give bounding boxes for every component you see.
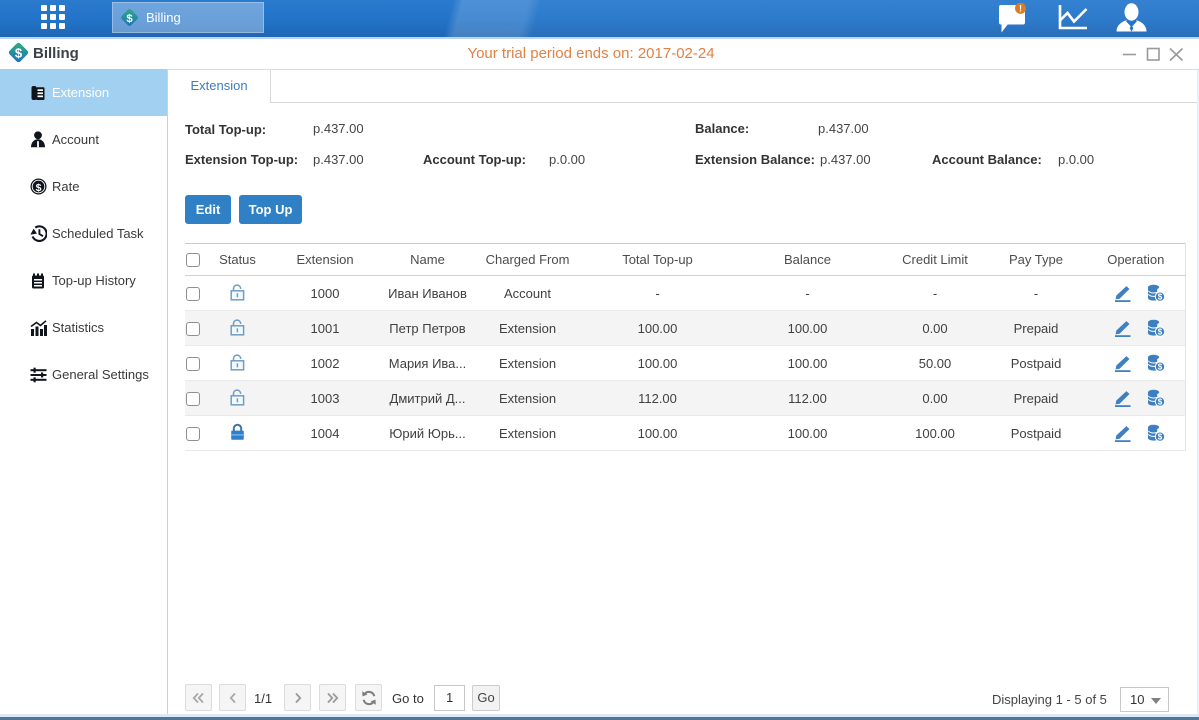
- svg-text:!: !: [1019, 3, 1022, 13]
- svg-text:$: $: [1158, 398, 1163, 407]
- svg-text:$: $: [36, 182, 42, 194]
- svg-text:$: $: [126, 13, 133, 25]
- svg-text:$: $: [1158, 433, 1163, 442]
- svg-text:$: $: [1158, 328, 1163, 337]
- svg-text:$: $: [1158, 293, 1163, 302]
- svg-text:$: $: [1158, 363, 1163, 372]
